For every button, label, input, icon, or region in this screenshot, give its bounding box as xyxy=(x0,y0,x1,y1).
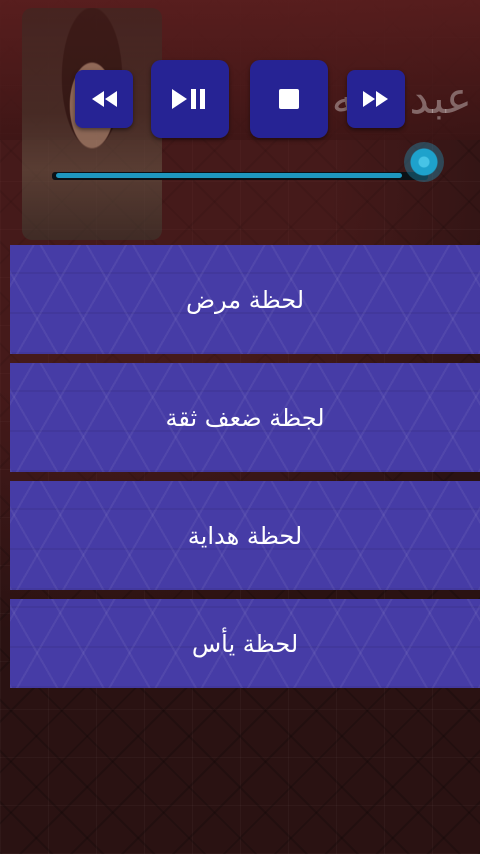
seek-bar[interactable] xyxy=(52,142,452,182)
fast-forward-icon xyxy=(363,91,388,107)
menu-item-weak-confidence[interactable]: لجظة ضعف ثقة xyxy=(10,363,480,472)
playback-controls xyxy=(0,0,480,150)
seek-progress xyxy=(56,173,402,178)
menu-item-guidance[interactable]: لحظة هداية xyxy=(10,481,480,590)
stop-button[interactable] xyxy=(250,60,328,138)
menu-item-label: لجظة ضعف ثقة xyxy=(165,403,325,432)
menu-item-despair[interactable]: لحظة يأس xyxy=(10,599,480,688)
menu-item-illness[interactable]: لحظة مرض xyxy=(10,245,480,354)
stop-icon xyxy=(279,89,299,109)
play-pause-button[interactable] xyxy=(151,60,229,138)
seek-thumb[interactable] xyxy=(404,142,444,182)
rewind-icon xyxy=(92,91,117,107)
menu-item-label: لحظة هداية xyxy=(187,521,303,550)
menu-item-label: لحظة يأس xyxy=(191,629,299,658)
menu-item-label: لحظة مرض xyxy=(185,285,305,314)
play-pause-icon xyxy=(172,89,205,109)
fast-forward-button[interactable] xyxy=(347,70,405,128)
rewind-button[interactable] xyxy=(75,70,133,128)
